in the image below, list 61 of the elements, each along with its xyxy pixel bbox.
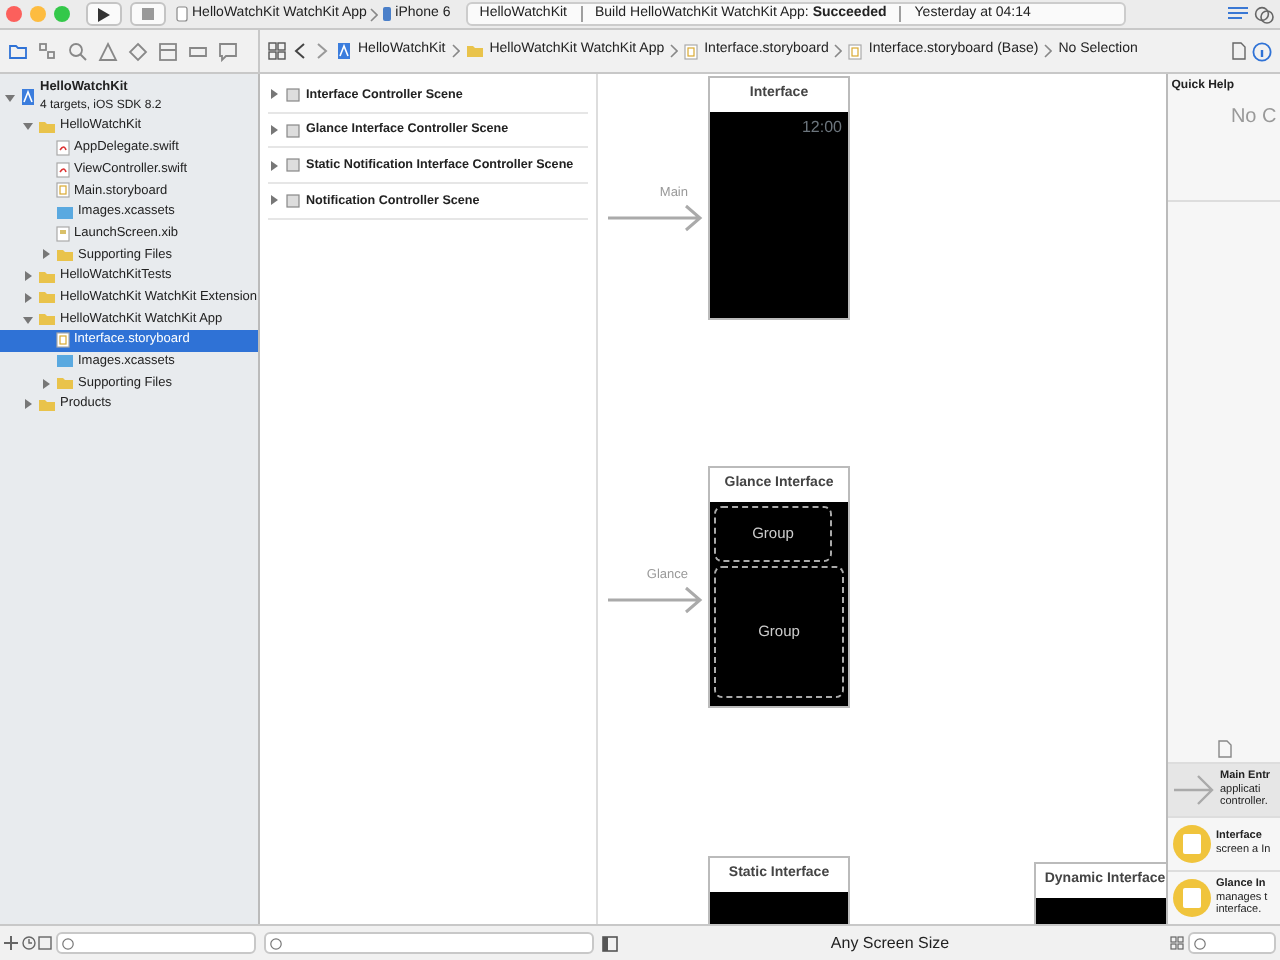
file-icon [56,225,70,242]
inspector-message: No C [1228,104,1279,133]
document-icon[interactable] [1217,740,1231,759]
project-icon [336,42,352,60]
add-icon[interactable] [3,936,18,950]
disclosure-triangle-icon[interactable] [268,194,280,207]
clock-icon[interactable] [21,936,35,950]
chevron-icon [451,44,460,58]
filter-field[interactable] [56,932,257,954]
size-class-button[interactable]: Any Screen Size [830,931,950,955]
editor-lines-icon[interactable] [1227,5,1247,23]
grid-icon[interactable] [1169,936,1184,950]
document-icon[interactable] [1231,42,1245,60]
grid-icon[interactable] [268,42,286,60]
speech-bubble-icon[interactable] [218,41,238,61]
disclosure-triangle-icon[interactable] [268,159,280,172]
chevron-icon [670,44,679,58]
file-icon [684,43,699,59]
file-icon [56,140,70,157]
overlap-circles-icon[interactable] [1254,5,1274,23]
hierarchy-icon[interactable] [38,41,58,61]
chevron-icon [1044,44,1053,58]
file-icon [848,43,863,59]
app-icon [176,6,189,22]
scene-icon [286,123,300,138]
disclosure-triangle-icon[interactable] [22,120,34,133]
chevron-icon [834,44,843,58]
separator-line [898,6,903,22]
project-icon [20,88,36,106]
square-badge-icon [1172,878,1212,918]
scene-icon [286,87,300,102]
phone-icon [381,6,392,22]
arrow-icon [1172,770,1216,810]
list-icon[interactable] [158,41,178,61]
play-icon[interactable] [97,7,109,21]
folder-icon [38,119,56,134]
square-icon[interactable] [38,936,53,950]
clock-time: 12:00 [801,116,842,140]
file-icon [56,182,70,199]
folder-icon[interactable] [8,41,28,61]
disclosure-triangle-icon[interactable] [268,88,280,101]
disclosure-triangle-icon[interactable] [268,124,280,137]
disclosure-triangle-icon[interactable] [4,91,16,103]
file-icon [56,332,70,349]
diamond-icon[interactable] [128,41,148,61]
filter-field[interactable] [263,932,595,954]
entry-arrow [608,203,704,232]
file-icon [56,161,70,178]
assets-icon [56,205,74,220]
scene-icon [286,193,300,208]
assets-icon [56,354,74,369]
separator-line [579,6,583,22]
square-badge-icon [1172,824,1212,864]
entry-arrow [608,585,704,614]
chevron-icon [370,7,379,21]
folder-icon [465,44,484,58]
stop-icon[interactable] [141,8,153,20]
filter-field[interactable] [1187,932,1277,954]
scene-icon [286,158,300,173]
search-icon[interactable] [68,41,88,61]
panel-toggle-icon[interactable] [601,935,618,951]
